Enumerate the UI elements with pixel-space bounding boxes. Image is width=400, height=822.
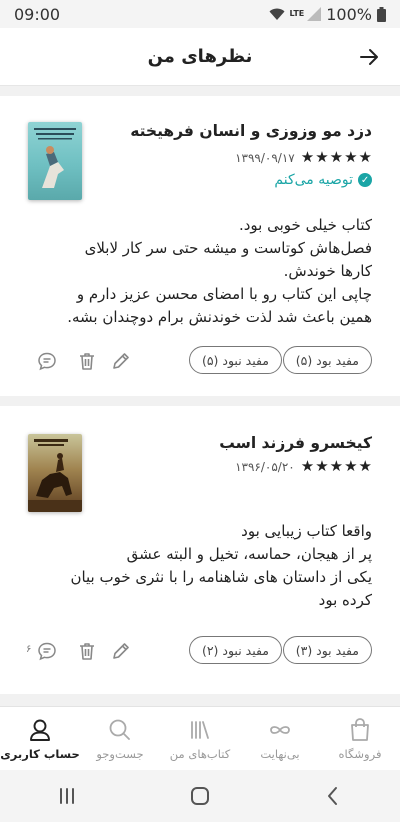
- nav-label: بی‌نهایت: [260, 747, 300, 761]
- star-rating: ★ ★ ★ ★ ★: [301, 459, 372, 474]
- star-icon: ★: [358, 457, 372, 475]
- book-cover-art: [28, 439, 82, 512]
- review-text: کتاب خیلی خوبی بود. فصل‌هاش کوتاست و میش…: [27, 214, 372, 329]
- page-title: نظرهای من: [147, 46, 253, 67]
- review-text-line: چاپی این کتاب رو با امضای محسن عزیز دارم…: [76, 285, 372, 303]
- book-title[interactable]: کیخسرو فرزند اسب: [219, 434, 372, 452]
- nav-label: فروشگاه: [338, 747, 382, 761]
- edit-icon[interactable]: [110, 640, 132, 662]
- network-type: LTE: [289, 8, 305, 18]
- user-icon: [30, 719, 50, 741]
- nav-item-store[interactable]: فروشگاه: [320, 707, 400, 770]
- book-cover[interactable]: [28, 122, 82, 200]
- status-icons: LTE 100%: [269, 5, 386, 24]
- status-time: 09:00: [14, 4, 61, 24]
- nav-label: کتاب‌های من: [169, 747, 231, 761]
- review-actions: مفید بود (۵) مفید نبود (۵): [0, 346, 400, 376]
- review-text-line: همین باعث شد لذت خوندنش برام دوچندان بشه…: [67, 308, 372, 326]
- star-icon: ★: [300, 148, 315, 166]
- comment-count: ۶: [26, 644, 32, 655]
- app-header: نظرهای من: [0, 28, 400, 86]
- star-icon: ★: [315, 148, 329, 166]
- recent-apps-icon[interactable]: [55, 784, 79, 808]
- status-bar: 09:00 LTE 100%: [0, 0, 400, 28]
- review-text-line: واقعا کتاب زیبایی بود: [241, 522, 372, 540]
- nav-item-account[interactable]: حساب کاربری: [0, 707, 80, 770]
- recommend-badge: ✓ توصیه می‌کنم: [274, 172, 372, 188]
- battery-icon: [377, 6, 386, 22]
- trash-icon[interactable]: [76, 350, 98, 372]
- arrow-right-icon[interactable]: [358, 46, 380, 68]
- star-icon: ★: [329, 148, 344, 166]
- battery-percent: 100%: [326, 4, 372, 24]
- search-icon: [109, 719, 130, 740]
- check-circle-icon: ✓: [358, 173, 372, 187]
- rating-row: ★ ★ ★ ★ ★ ۱۳۹۹/۰۹/۱۷: [235, 150, 372, 165]
- star-icon: ★: [358, 148, 372, 166]
- review-text-line: کتاب خیلی خوبی بود.: [238, 216, 372, 234]
- review-text-line: پر از هیجان، حماسه، تخیل و البته عشق: [126, 545, 372, 563]
- nav-item-infinity[interactable]: بی‌نهایت: [240, 707, 320, 770]
- book-cover-art: [34, 128, 76, 188]
- comment-icon[interactable]: [36, 350, 58, 372]
- home-icon[interactable]: [188, 784, 212, 808]
- review-date: ۱۳۹۹/۰۹/۱۷: [235, 150, 295, 165]
- nav-item-my-books[interactable]: کتاب‌های من: [160, 707, 240, 770]
- back-icon[interactable]: [321, 784, 345, 808]
- not-helpful-button[interactable]: مفید نبود (۲): [188, 636, 282, 664]
- bottom-nav: فروشگاه بی‌نهایت کتاب‌های من جست‌وجو حسا…: [0, 706, 400, 770]
- edit-icon[interactable]: [110, 350, 132, 372]
- nav-label: حساب کاربری: [0, 747, 80, 761]
- book-title[interactable]: دزد مو وزوزی و انسان فرهیخته: [130, 122, 372, 140]
- star-icon: ★: [344, 457, 358, 475]
- bookshelf-icon: [191, 721, 209, 739]
- review-text-line: فصل‌هاش کوتاست و میشه حتی سر کار لابلای: [84, 239, 372, 257]
- review-text: واقعا کتاب زیبایی بود پر از هیجان، حماسه…: [27, 520, 372, 612]
- review-actions: مفید بود (۳) مفید نبود (۲) ۶: [0, 636, 400, 666]
- system-nav-bar: [0, 770, 400, 822]
- review-text-line: کارها خوندش.: [283, 262, 372, 280]
- star-icon: ★: [315, 457, 329, 475]
- comment-icon[interactable]: [36, 640, 58, 662]
- recommend-label: توصیه می‌کنم: [274, 172, 353, 188]
- nav-label: جست‌وجو: [96, 747, 144, 761]
- not-helpful-button[interactable]: مفید نبود (۵): [188, 346, 282, 374]
- star-icon: ★: [329, 457, 344, 475]
- review-text-line: کرده بود: [318, 591, 372, 609]
- book-cover[interactable]: [28, 434, 82, 512]
- rating-row: ★ ★ ★ ★ ★ ۱۳۹۶/۰۵/۲۰: [235, 459, 372, 474]
- signal-icon: [307, 7, 322, 21]
- star-rating: ★ ★ ★ ★ ★: [301, 150, 372, 165]
- review-date: ۱۳۹۶/۰۵/۲۰: [235, 459, 295, 474]
- review-card: کیخسرو فرزند اسب ★ ★ ★ ★ ★ ۱۳۹۶/۰۵/۲۰ وا…: [0, 406, 400, 694]
- wifi-icon: [269, 8, 285, 20]
- nav-item-search[interactable]: جست‌وجو: [80, 707, 160, 770]
- star-icon: ★: [300, 457, 315, 475]
- trash-icon[interactable]: [76, 640, 98, 662]
- infinity-icon: [270, 726, 290, 734]
- helpful-button[interactable]: مفید بود (۳): [282, 636, 372, 664]
- star-icon: ★: [344, 148, 358, 166]
- review-card: دزد مو وزوزی و انسان فرهیخته ★ ★ ★ ★ ★ ۱…: [0, 96, 400, 396]
- shopping-bag-icon: [351, 718, 369, 741]
- helpful-button[interactable]: مفید بود (۵): [282, 346, 372, 374]
- review-text-line: یکی از داستان های شاهنامه را با نثری خوب…: [70, 568, 372, 586]
